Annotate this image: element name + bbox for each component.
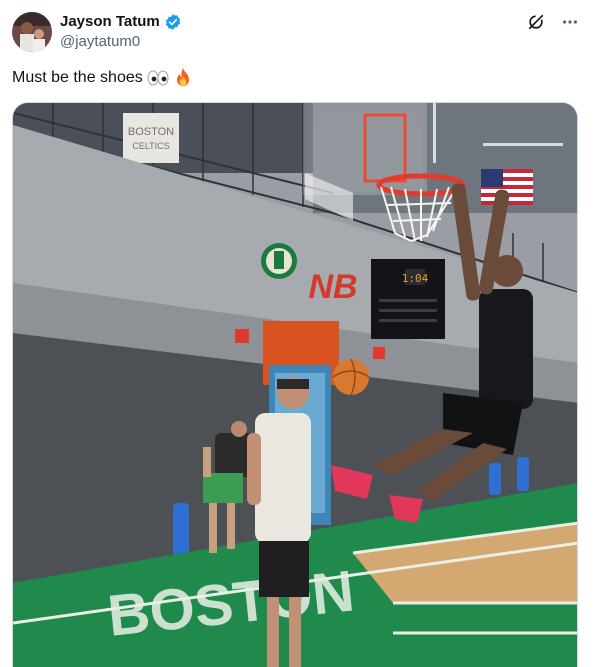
grok-icon[interactable]: [526, 12, 546, 32]
more-options-icon[interactable]: [560, 12, 580, 32]
svg-text:1:04: 1:04: [402, 272, 429, 285]
verified-badge-icon: [164, 13, 182, 31]
author-handle[interactable]: @jaytatum0: [60, 32, 140, 52]
fire-emoji-icon: [173, 67, 193, 89]
tweet-body: Must be the shoes: [12, 69, 143, 86]
tweet-card: Jayson Tatum @jaytatum0 Must be the shoe…: [0, 0, 594, 667]
svg-text:NB: NB: [308, 268, 357, 306]
author-display-name[interactable]: Jayson Tatum: [60, 12, 160, 32]
eyes-emoji-icon: [147, 69, 169, 87]
svg-text:CELTICS: CELTICS: [132, 141, 169, 151]
tweet-text: Must be the shoes: [12, 67, 193, 89]
svg-text:BOSTON: BOSTON: [128, 126, 174, 138]
author-avatar[interactable]: [12, 12, 52, 52]
tweet-video[interactable]: BOSTON CELTICS NB 1:04 BOSTON: [12, 102, 578, 667]
